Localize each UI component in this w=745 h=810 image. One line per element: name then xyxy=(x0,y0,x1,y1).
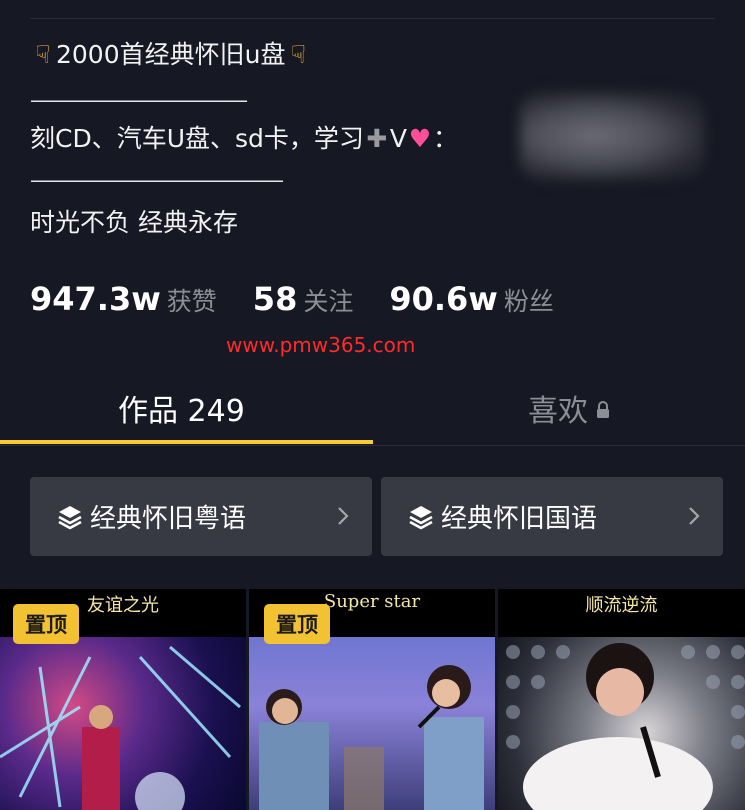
bio-line-3-tail: V xyxy=(389,124,408,153)
bio-line-1: ☟ 2000首经典怀旧u盘 ☟ xyxy=(30,40,311,70)
collection-mandarin[interactable]: 经典怀旧国语 xyxy=(381,477,723,556)
redacted-contact-blur xyxy=(520,92,705,180)
bio-divider-a: ———————————— xyxy=(30,88,248,112)
collections-row: 经典怀旧粤语 经典怀旧国语 xyxy=(30,477,723,557)
heart-icon: ♥ xyxy=(408,124,432,153)
bio-line-5: 时光不负 经典永存 xyxy=(30,208,238,237)
tab-likes-label: 喜欢 xyxy=(528,394,588,429)
active-tab-underline xyxy=(0,440,373,444)
profile-stats: 947.3w 获赞 58 关注 90.6w 粉丝 xyxy=(30,280,590,318)
singers-image xyxy=(259,665,484,810)
tab-works[interactable]: 作品 249 xyxy=(118,386,245,430)
video-grid: 友谊之光 置顶 Super star 置顶 顺流逆流 xyxy=(0,589,745,810)
video-caption: 顺流逆流 xyxy=(498,589,745,637)
stat-likes-label: 获赞 xyxy=(166,287,217,316)
stat-followers-label: 粉丝 xyxy=(503,287,554,316)
bio-line-3-end: ： xyxy=(433,124,459,153)
stat-likes-value: 947.3w xyxy=(30,280,161,318)
content-tabs: 作品 249 喜欢 xyxy=(0,370,745,446)
bio-line-1-text: 2000首经典怀旧u盘 xyxy=(56,40,286,69)
pinned-badge: 置顶 xyxy=(13,604,79,644)
tab-likes[interactable]: 喜欢 xyxy=(528,386,610,430)
collection-label: 经典怀旧国语 xyxy=(441,504,598,534)
bio-line-3: 刻CD、汽车U盘、sd卡，学习 ✚ V♥： xyxy=(30,124,458,154)
watermark: www.pmw365.com xyxy=(226,333,416,357)
singer-image xyxy=(506,643,745,810)
bio-line-3-text: 刻CD、汽车U盘、sd卡，学习 xyxy=(30,124,364,153)
chevron-right-icon xyxy=(689,507,700,525)
video-thumbnail[interactable]: 友谊之光 置顶 xyxy=(0,589,246,810)
layers-icon xyxy=(58,505,82,529)
video-thumbnail[interactable]: Super star 置顶 xyxy=(249,589,495,810)
video-frame xyxy=(0,637,246,810)
stat-following-label: 关注 xyxy=(303,287,354,316)
pointing-down-hand-icon: ☟ xyxy=(35,40,51,69)
stat-likes[interactable]: 947.3w 获赞 xyxy=(30,280,217,318)
collection-label: 经典怀旧粤语 xyxy=(90,504,247,534)
collection-cantonese[interactable]: 经典怀旧粤语 xyxy=(30,477,372,556)
pinned-badge: 置顶 xyxy=(264,604,330,644)
stat-following[interactable]: 58 关注 xyxy=(253,280,354,318)
stat-following-value: 58 xyxy=(252,280,298,318)
chevron-right-icon xyxy=(338,507,349,525)
video-frame xyxy=(498,637,745,810)
video-thumbnail[interactable]: 顺流逆流 xyxy=(498,589,745,810)
top-divider xyxy=(30,18,715,19)
stat-followers[interactable]: 90.6w 粉丝 xyxy=(389,280,554,318)
stat-followers-value: 90.6w xyxy=(389,280,498,318)
layers-icon xyxy=(409,505,433,529)
bio-divider-b: —————————————— xyxy=(30,168,284,192)
video-frame xyxy=(249,637,495,810)
stage-lights-image xyxy=(0,645,241,810)
lock-icon xyxy=(597,401,609,418)
pointing-down-hand-icon: ☟ xyxy=(290,40,307,69)
plus-icon: ✚ xyxy=(366,124,388,153)
